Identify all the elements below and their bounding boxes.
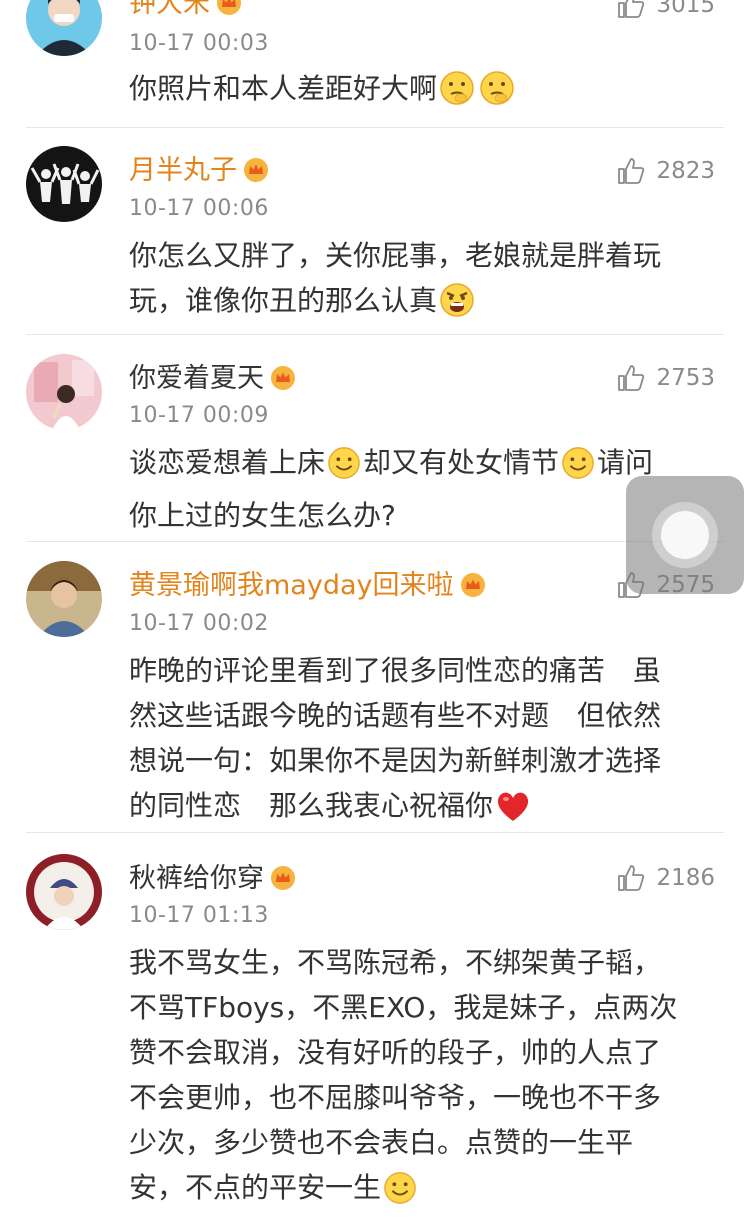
thumbs-up-icon xyxy=(618,0,645,18)
avatar-girl-cap-icon xyxy=(26,854,102,930)
comment-line: 你上过的女生怎么办? xyxy=(129,499,396,532)
angry-emoji-icon xyxy=(439,282,475,331)
thumbs-up-icon xyxy=(618,865,645,891)
comment-line: 却又有处女情节 xyxy=(363,446,560,479)
comment-time: 10-17 00:09 xyxy=(129,403,269,428)
like-button[interactable]: 2753 xyxy=(616,361,715,395)
smile-emoji-icon xyxy=(383,1171,417,1218)
comment-line: 不骂TFboys，不黑EXO，我是妹子，点两次 xyxy=(129,991,678,1024)
like-button[interactable]: 2186 xyxy=(616,861,715,895)
username[interactable]: 秋裤给你穿 xyxy=(129,863,264,894)
thinking-emoji-icon xyxy=(479,70,515,119)
like-button[interactable]: 2823 xyxy=(616,154,715,188)
username[interactable]: 黄景瑜啊我mayday回来啦 xyxy=(129,570,454,601)
comment-time: 10-17 00:06 xyxy=(129,196,269,221)
vip-crown-icon xyxy=(270,365,296,401)
comment-time: 10-17 00:02 xyxy=(129,611,269,636)
username[interactable]: 你爱着夏天 xyxy=(129,363,264,394)
smile-emoji-icon xyxy=(561,446,595,493)
thumbs-up-icon xyxy=(618,365,645,391)
comment-time: 10-17 00:03 xyxy=(129,31,269,56)
avatar[interactable] xyxy=(26,561,102,637)
comment-line: 昨晚的评论里看到了很多同性恋的痛苦 虽 xyxy=(129,654,662,687)
avatar[interactable] xyxy=(26,854,102,930)
comment-text: 你怎么又胖了，关你屁事，老娘就是胖着玩 玩，谁像你丑的那么认真 xyxy=(129,233,719,331)
assistive-touch-core xyxy=(661,511,709,559)
like-count: 2186 xyxy=(656,865,715,891)
thumbs-up-icon xyxy=(618,158,645,184)
like-count: 2753 xyxy=(656,365,715,391)
divider xyxy=(26,832,724,833)
avatar-boy-icon xyxy=(26,0,102,56)
divider xyxy=(26,541,724,542)
vip-crown-icon xyxy=(270,865,296,901)
comment-line: 不会更帅，也不屈膝叫爷爷，一晚也不干多 xyxy=(129,1081,662,1114)
like-button[interactable]: 3015 xyxy=(616,0,715,22)
comment-text: 昨晚的评论里看到了很多同性恋的痛苦 虽 然这些话跟今晚的话题有些不对题 但依然 … xyxy=(129,648,719,836)
comment-line: 谈恋爱想着上床 xyxy=(129,446,326,479)
avatar-man-icon xyxy=(26,561,102,637)
comment-line: 请问 xyxy=(597,446,654,479)
comment-line: 安，不点的平安一生 xyxy=(129,1171,382,1204)
divider xyxy=(26,127,724,128)
assistive-touch-button[interactable] xyxy=(626,476,744,594)
avatar[interactable] xyxy=(26,0,102,56)
vip-crown-icon xyxy=(460,572,486,608)
comment-line: 赞不会取消，没有好听的段子，帅的人点了 xyxy=(129,1036,662,1069)
comment-text: 你照片和本人差距好大啊 xyxy=(129,66,719,119)
thinking-emoji-icon xyxy=(439,70,475,119)
divider xyxy=(26,334,724,335)
smile-emoji-icon xyxy=(327,446,361,493)
comment-line: 我不骂女生，不骂陈冠希，不绑架黄子韬， xyxy=(129,946,662,979)
avatar-dancers-icon xyxy=(26,146,102,222)
comment-line: 想说一句：如果你不是因为新鲜刺激才选择 xyxy=(129,744,662,777)
comment-line: 少次，多少赞也不会表白。点赞的一生平 xyxy=(129,1126,634,1159)
comment-line: 你怎么又胖了，关你屁事，老娘就是胖着玩 xyxy=(129,239,662,272)
comment-line: 玩，谁像你丑的那么认真 xyxy=(129,284,438,317)
comment-text: 我不骂女生，不骂陈冠希，不绑架黄子韬， 不骂TFboys，不黑EXO，我是妹子，… xyxy=(129,940,719,1218)
username[interactable]: 钟大米 xyxy=(129,0,210,19)
avatar-girl-pink-icon xyxy=(26,354,102,430)
heart-icon xyxy=(495,789,531,836)
like-count: 3015 xyxy=(656,0,715,18)
comment-line: 你照片和本人差距好大啊 xyxy=(129,72,438,105)
comment-line: 然这些话跟今晚的话题有些不对题 但依然 xyxy=(129,699,662,732)
avatar[interactable] xyxy=(26,354,102,430)
vip-crown-icon xyxy=(243,157,269,193)
vip-crown-icon xyxy=(216,0,242,26)
comment-line: 的同性恋 那么我衷心祝福你 xyxy=(129,789,494,822)
like-count: 2823 xyxy=(656,158,715,184)
avatar[interactable] xyxy=(26,146,102,222)
comment-time: 10-17 01:13 xyxy=(129,903,269,928)
username[interactable]: 月半丸子 xyxy=(129,155,237,186)
